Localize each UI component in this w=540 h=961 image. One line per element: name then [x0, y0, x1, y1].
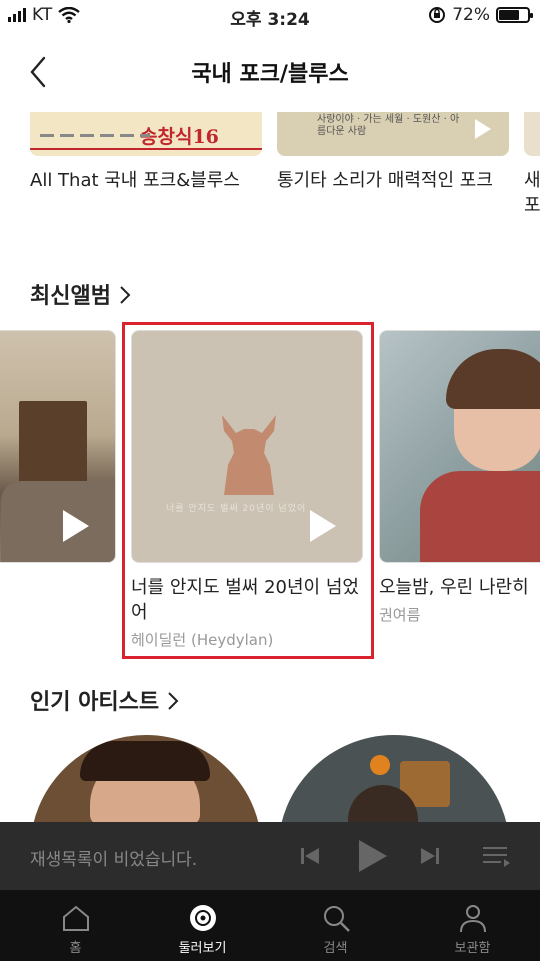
playlist-button[interactable]	[476, 836, 516, 876]
playlist-title[interactable]: All That 국내 포크&블루스	[30, 168, 270, 193]
artist-avatar[interactable]	[278, 735, 510, 825]
playlist-row: 송창식16 All That 국내 포크&블루스 사랑이야 · 가는 세월 · …	[0, 112, 540, 222]
play-button[interactable]	[352, 836, 392, 876]
playlist-title[interactable]: 통기타 소리가 매력적인 포크	[277, 168, 517, 193]
page-title: 국내 포크/블루스	[191, 62, 349, 87]
battery-percent: 72%	[452, 5, 490, 25]
latest-albums-heading-label: 최신앨범	[30, 284, 111, 309]
chevron-right-icon	[168, 692, 179, 710]
search-icon	[323, 906, 350, 932]
tab-search[interactable]: 검색	[268, 890, 403, 961]
thumbnail-text: 사랑이야 · 가는 세월 · 도원산 · 아름다운 사람	[317, 114, 460, 137]
playlist-thumbnail: 사랑이야 · 가는 세월 · 도원산 · 아름다운 사람	[277, 112, 509, 156]
playlist-card[interactable]: 새 포	[524, 112, 540, 218]
tab-search-label: 검색	[323, 941, 348, 956]
status-bar: KT 오후 3:24 72%	[0, 0, 540, 32]
tab-browse[interactable]: 둘러보기	[135, 890, 270, 961]
thumbnail-text: 송창식16	[140, 126, 219, 148]
tab-library-label: 보관함	[454, 941, 491, 956]
popular-artists-heading[interactable]: 인기 아티스트	[30, 684, 179, 716]
playlist-card[interactable]: 사랑이야 · 가는 세월 · 도원산 · 아름다운 사람 통기타 소리가 매력적…	[277, 112, 517, 193]
previous-icon	[301, 848, 319, 864]
latest-albums-heading[interactable]: 최신앨범	[30, 278, 131, 310]
tab-browse-label: 둘러보기	[178, 941, 227, 956]
playlist-thumbnail	[524, 112, 540, 156]
tab-home-label: 홈	[69, 941, 82, 956]
battery-fill	[499, 10, 520, 20]
play-icon	[359, 840, 387, 872]
artist-avatar[interactable]	[30, 735, 262, 825]
playlist-thumbnail: 송창식16	[30, 112, 262, 156]
orientation-lock-icon	[429, 7, 446, 23]
tab-library[interactable]: 보관함	[405, 890, 540, 961]
playlist-title[interactable]: 새 포	[524, 168, 540, 218]
album-art	[0, 330, 116, 563]
popular-artists-heading-label: 인기 아티스트	[30, 690, 160, 715]
selection-highlight	[122, 322, 374, 659]
album-artist[interactable]: 권여름	[379, 604, 540, 625]
tab-home[interactable]: 홈	[8, 890, 143, 961]
play-icon[interactable]	[55, 506, 95, 546]
album-card[interactable]	[0, 330, 116, 563]
artist-row	[0, 735, 540, 825]
next-button[interactable]	[410, 836, 450, 876]
previous-button[interactable]	[290, 836, 330, 876]
header: 국내 포크/블루스	[0, 40, 540, 104]
playlist-card[interactable]: 송창식16 All That 국내 포크&블루스	[30, 112, 270, 193]
play-icon[interactable]	[469, 116, 495, 142]
library-icon	[459, 905, 486, 933]
player-empty-message: 재생목록이 비었습니다.	[30, 850, 198, 870]
browse-icon	[189, 905, 216, 931]
album-art	[379, 330, 540, 563]
album-title[interactable]: 오늘밤, 우린 나란히	[379, 575, 540, 600]
battery-icon	[496, 7, 533, 23]
album-card[interactable]: 오늘밤, 우린 나란히 권여름	[379, 330, 540, 625]
mini-player: 재생목록이 비었습니다.	[0, 822, 540, 890]
playlist-icon	[483, 847, 510, 867]
chevron-right-icon	[120, 286, 131, 304]
next-icon	[421, 848, 439, 864]
tab-bar: 홈 둘러보기 검색 보관함	[0, 890, 540, 961]
status-right: 72%	[428, 5, 533, 25]
home-icon	[62, 905, 89, 931]
